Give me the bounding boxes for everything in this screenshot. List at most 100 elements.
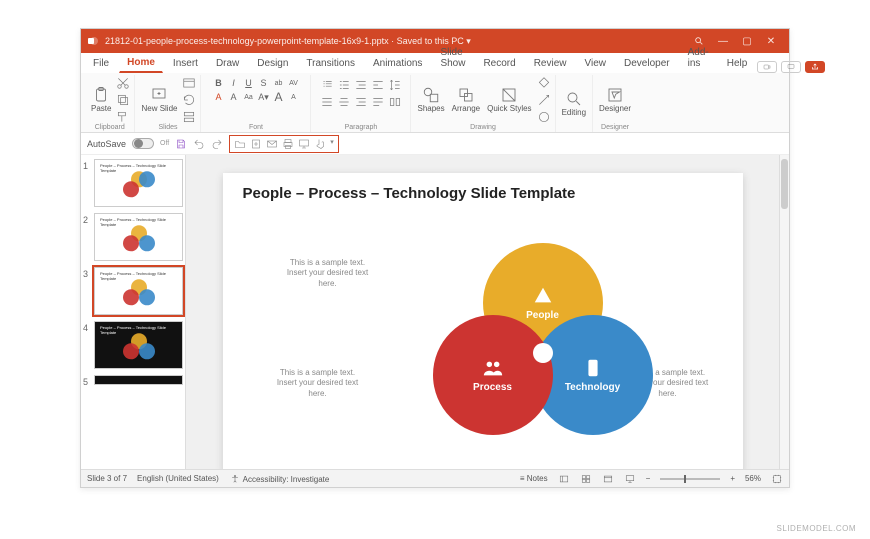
slide-canvas[interactable]: People – Process – Technology Slide Temp…	[223, 173, 743, 469]
quick-styles-button[interactable]: Quick Styles	[485, 84, 533, 115]
thumbnail-4[interactable]: 4People – Process – Technology Slide Tem…	[83, 321, 183, 369]
section-icon[interactable]	[182, 110, 196, 124]
people-group-icon	[482, 357, 504, 379]
present-button[interactable]	[781, 61, 801, 73]
new-file-icon[interactable]	[250, 138, 262, 150]
tab-file[interactable]: File	[85, 54, 117, 73]
paste-button[interactable]: Paste	[89, 84, 113, 115]
zoom-level[interactable]: 56%	[745, 474, 761, 483]
maximize-button[interactable]: ▢	[735, 31, 759, 51]
tab-record[interactable]: Record	[475, 54, 523, 73]
font-formatting-row1[interactable]: BIUSabAV	[212, 78, 299, 88]
slide-title[interactable]: People – Process – Technology Slide Temp…	[223, 173, 743, 202]
workspace: 1People – Process – Technology Slide Tem…	[81, 155, 789, 469]
thumbnail-2[interactable]: 2People – Process – Technology Slide Tem…	[83, 213, 183, 261]
watermark: SLIDEMODEL.COM	[777, 524, 856, 533]
paragraph-row2[interactable]	[320, 95, 402, 109]
ribbon-group-clipboard: Paste Clipboard	[85, 75, 135, 132]
reset-icon[interactable]	[182, 93, 196, 107]
quick-access-toolbar: AutoSave Off ▾	[81, 133, 789, 155]
notes-button[interactable]: ≡ Notes	[520, 474, 548, 483]
status-bar: Slide 3 of 7 English (United States) Acc…	[81, 469, 789, 487]
ribbon-tabs: File Home Insert Draw Design Transitions…	[81, 53, 789, 73]
shape-fill-icon[interactable]	[537, 76, 551, 90]
venn-process[interactable]: Process	[433, 315, 553, 435]
search-titlebar-icon[interactable]	[687, 31, 711, 51]
zoom-out[interactable]: −	[646, 474, 651, 483]
share-button[interactable]	[805, 61, 825, 73]
tab-review[interactable]: Review	[526, 54, 575, 73]
camera-button[interactable]	[757, 61, 777, 73]
ribbon: Paste Clipboard New Slide Slides	[81, 73, 789, 133]
vertical-scrollbar[interactable]	[779, 155, 789, 469]
accessibility-icon	[229, 474, 241, 484]
autosave-label: AutoSave	[87, 139, 126, 149]
touch-mode-icon[interactable]	[314, 138, 326, 150]
tab-insert[interactable]: Insert	[165, 54, 206, 73]
ribbon-group-font: BIUSabAV AAAaA▾AA Font	[201, 75, 311, 132]
venn-center	[533, 343, 553, 363]
tab-help[interactable]: Help	[719, 54, 756, 73]
thumbnail-5[interactable]: 5	[83, 375, 183, 387]
editing-button[interactable]: Editing	[560, 88, 588, 119]
autosave-off: Off	[160, 140, 169, 147]
zoom-in[interactable]: +	[730, 474, 735, 483]
reading-view-icon[interactable]	[602, 474, 614, 484]
tab-design[interactable]: Design	[249, 54, 296, 73]
slide-canvas-area[interactable]: People – Process – Technology Slide Temp…	[186, 155, 779, 469]
tab-slide-show[interactable]: Slide Show	[432, 43, 473, 73]
cut-icon[interactable]	[116, 76, 130, 90]
powerpoint-icon	[87, 35, 99, 47]
tab-developer[interactable]: Developer	[616, 54, 678, 73]
arrange-button[interactable]: Arrange	[450, 84, 482, 115]
close-button[interactable]: ✕	[759, 31, 783, 51]
tab-home[interactable]: Home	[119, 53, 163, 73]
shapes-button[interactable]: Shapes	[415, 84, 446, 115]
open-icon[interactable]	[234, 138, 246, 150]
paragraph-row1[interactable]	[320, 78, 402, 92]
thumbnail-1[interactable]: 1People – Process – Technology Slide Tem…	[83, 159, 183, 207]
save-icon[interactable]	[175, 138, 187, 150]
phone-icon	[582, 357, 604, 379]
zoom-slider[interactable]	[660, 478, 720, 480]
slide-thumbnails-panel[interactable]: 1People – Process – Technology Slide Tem…	[81, 155, 186, 469]
pyramid-icon	[532, 285, 554, 307]
accessibility-status[interactable]: Accessibility: Investigate	[229, 474, 329, 484]
shape-outline-icon[interactable]	[537, 93, 551, 107]
tab-draw[interactable]: Draw	[208, 54, 247, 73]
redo-icon[interactable]	[211, 138, 223, 150]
slide-counter[interactable]: Slide 3 of 7	[87, 474, 127, 483]
qat-dropdown-icon[interactable]: ▾	[330, 138, 334, 150]
ribbon-group-designer: Designer Designer	[593, 75, 637, 132]
ribbon-group-paragraph: Paragraph	[311, 75, 411, 132]
quick-print-icon[interactable]	[282, 138, 294, 150]
normal-view-icon[interactable]	[558, 474, 570, 484]
slideshow-view-icon[interactable]	[624, 474, 636, 484]
ribbon-group-drawing: Shapes Arrange Quick Styles Drawing	[411, 75, 555, 132]
present-from-beginning-icon[interactable]	[298, 138, 310, 150]
sample-text-2[interactable]: This is a sample text. Insert your desir…	[273, 368, 363, 399]
layout-icon[interactable]	[182, 76, 196, 90]
ribbon-group-editing: Editing	[556, 75, 593, 132]
fit-to-window-icon[interactable]	[771, 474, 783, 484]
language-status[interactable]: English (United States)	[137, 474, 219, 483]
tab-transitions[interactable]: Transitions	[298, 54, 363, 73]
undo-icon[interactable]	[193, 138, 205, 150]
font-formatting-row2[interactable]: AAAaA▾AA	[212, 90, 299, 104]
sample-text-1[interactable]: This is a sample text. Insert your desir…	[283, 258, 373, 289]
quick-access-custom-group: ▾	[229, 135, 339, 153]
thumbnail-3[interactable]: 3People – Process – Technology Slide Tem…	[83, 267, 183, 315]
copy-icon[interactable]	[116, 93, 130, 107]
sorter-view-icon[interactable]	[580, 474, 592, 484]
venn-diagram[interactable]: People Technology Process	[433, 243, 643, 443]
email-icon[interactable]	[266, 138, 278, 150]
designer-button[interactable]: Designer	[597, 84, 633, 115]
format-painter-icon[interactable]	[116, 110, 130, 124]
autosave-toggle[interactable]	[132, 138, 154, 149]
window-title: 21812-01-people-process-technology-power…	[105, 36, 471, 47]
tab-animations[interactable]: Animations	[365, 54, 430, 73]
minimize-button[interactable]: —	[711, 31, 735, 51]
shape-effects-icon[interactable]	[537, 110, 551, 124]
new-slide-button[interactable]: New Slide	[139, 84, 179, 115]
tab-view[interactable]: View	[577, 54, 615, 73]
